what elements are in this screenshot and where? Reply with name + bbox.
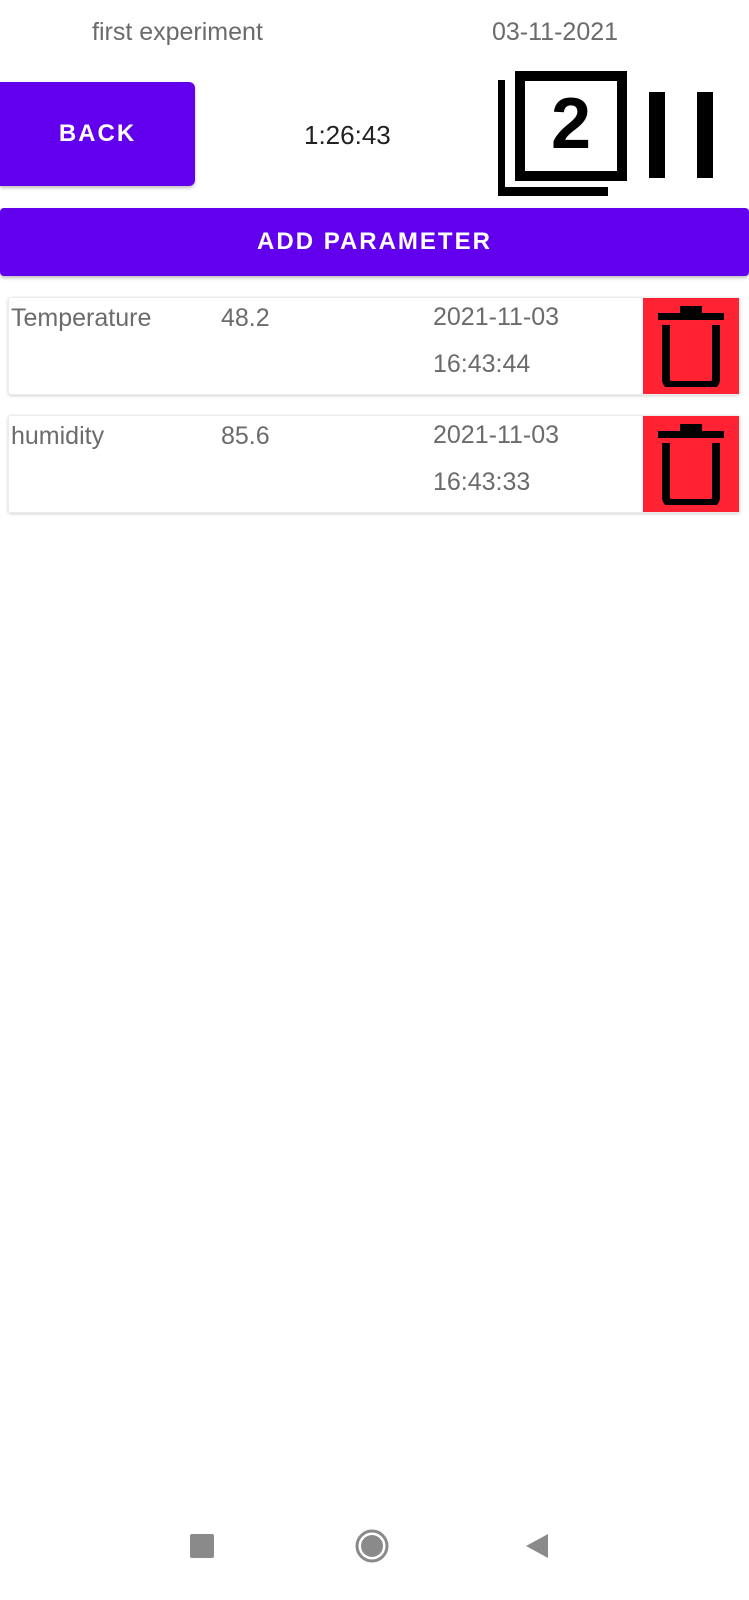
parameter-value: 48.2	[221, 304, 270, 332]
parameter-name: humidity	[11, 422, 105, 450]
add-parameter-button[interactable]: ADD PARAMETER	[0, 208, 749, 276]
trash-icon	[658, 306, 724, 387]
parameter-value: 85.6	[221, 422, 270, 450]
svg-text:2: 2	[551, 84, 591, 164]
timer: 1:26:43	[304, 120, 391, 150]
experiment-title: first experiment	[92, 18, 263, 46]
parameter-list: Temperature 48.2 2021-11-03 16:43:44 hum…	[8, 297, 740, 533]
pause-icon[interactable]	[649, 92, 725, 178]
parameter-date: 2021-11-03	[433, 303, 560, 331]
parameter-row: Temperature 48.2 2021-11-03 16:43:44	[8, 297, 740, 395]
parameter-date: 2021-11-03	[433, 421, 560, 449]
home-icon[interactable]	[354, 1528, 390, 1564]
copy-2-icon[interactable]: 2	[498, 70, 628, 196]
parameter-time: 16:43:44	[433, 350, 531, 378]
delete-button[interactable]	[643, 416, 739, 512]
experiment-date: 03-11-2021	[492, 18, 619, 46]
parameter-timestamp: 2021-11-03 16:43:44	[433, 294, 559, 388]
delete-button[interactable]	[643, 298, 739, 394]
parameter-name: Temperature	[11, 304, 152, 332]
back-icon[interactable]	[524, 1532, 552, 1560]
navigation-bar	[0, 1504, 749, 1600]
parameter-timestamp: 2021-11-03 16:43:33	[433, 412, 559, 506]
trash-icon	[658, 424, 724, 505]
parameter-time: 16:43:33	[433, 468, 531, 496]
recents-icon[interactable]	[190, 1534, 214, 1558]
parameter-row: humidity 85.6 2021-11-03 16:43:33	[8, 415, 740, 513]
back-button[interactable]: BACK	[0, 82, 195, 186]
